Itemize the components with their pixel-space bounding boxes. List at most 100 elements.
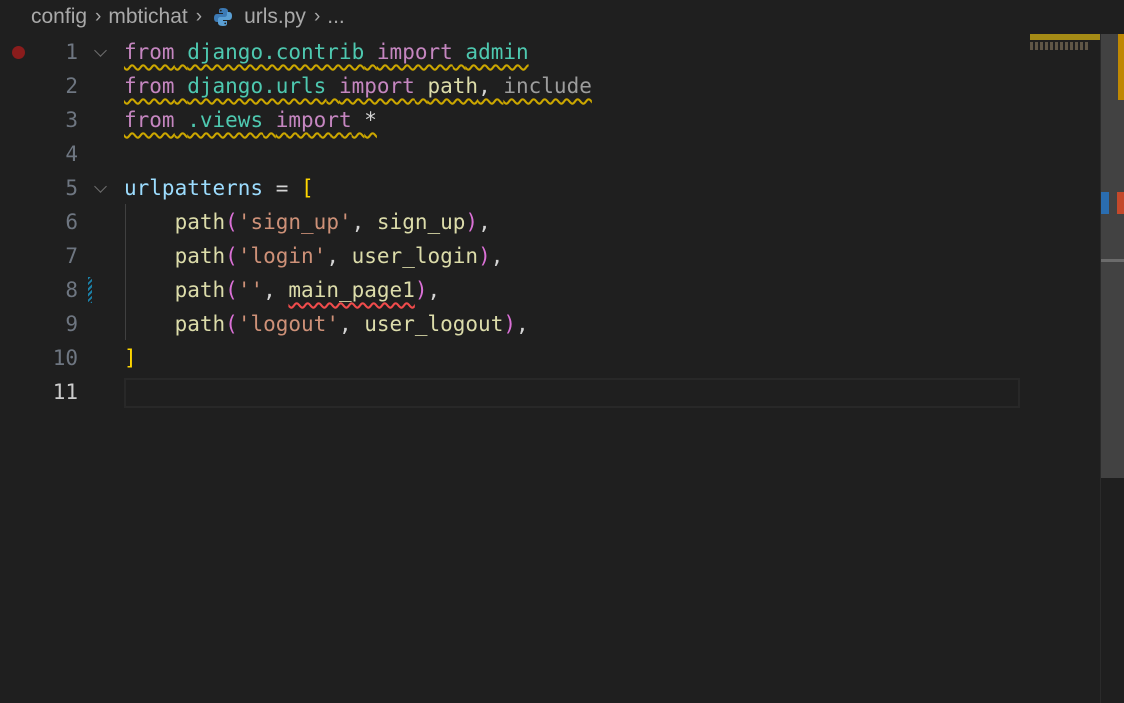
breadcrumb-ellipsis[interactable]: ... [327, 5, 345, 29]
code-token: , [338, 312, 365, 336]
code-token: ( [225, 210, 238, 234]
code-token: path [174, 278, 226, 302]
code-token: [ [301, 176, 314, 200]
code-token: 'login' [237, 244, 327, 268]
code-token: * [364, 108, 377, 132]
code-line[interactable]: 7 path('login', user_login), [0, 239, 1100, 273]
code-text: urlpatterns = [ [124, 171, 314, 205]
code-line[interactable]: 11 [0, 375, 1100, 409]
code-token: import [376, 40, 453, 64]
code-token: urlpatterns [124, 176, 264, 200]
chevron-right-icon: › [195, 6, 203, 27]
code-token: ( [225, 244, 238, 268]
code-token: from [124, 108, 175, 132]
code-token: .views [187, 108, 264, 132]
code-token: ] [124, 346, 137, 370]
code-token: from [124, 40, 175, 64]
breadcrumb-item-mbtichat[interactable]: mbtichat [108, 5, 187, 29]
code-token: , [516, 312, 529, 336]
code-text: path('', main_page1), [124, 273, 441, 307]
breadcrumb-item-config[interactable]: config [31, 5, 87, 29]
code-token: main_page1 [288, 278, 415, 302]
line-number[interactable]: 10 [0, 341, 78, 375]
overview-warning-marker [1118, 34, 1124, 100]
code-token: = [263, 176, 302, 200]
code-line[interactable]: 3 from .views import * [0, 103, 1100, 137]
code-token: ( [225, 278, 238, 302]
code-line[interactable]: 6 path('sign_up', sign_up), [0, 205, 1100, 239]
scrollbar-thumb[interactable] [1101, 34, 1124, 478]
line-number[interactable]: 8 [0, 273, 78, 307]
line-number[interactable]: 5 [0, 171, 78, 205]
code-token: , [478, 74, 504, 98]
code-token: , [351, 210, 377, 234]
code-token: ( [225, 312, 238, 336]
code-token: include [503, 74, 592, 98]
code-token: , [478, 210, 491, 234]
code-token: , [427, 278, 441, 302]
code-text: path('login', user_login), [124, 239, 504, 273]
code-token: ) [465, 210, 479, 234]
code-token: django.urls [187, 74, 327, 98]
code-token: path [174, 210, 226, 234]
code-token: '' [237, 278, 264, 302]
code-token: admin [465, 40, 529, 64]
code-token: , [326, 244, 352, 268]
code-token: ) [503, 312, 516, 336]
code-token: sign_up [376, 210, 466, 234]
code-token: , [263, 278, 289, 302]
code-text: from django.urls import path, include [124, 69, 592, 103]
code-token: path [174, 244, 226, 268]
line-number[interactable]: 2 [0, 69, 78, 103]
code-line[interactable]: 1 from django.contrib import admin [0, 35, 1100, 69]
code-text: path('logout', user_logout), [124, 307, 529, 341]
code-token: 'sign_up' [237, 210, 352, 234]
code-token: django.contrib [187, 40, 365, 64]
code-token: path [174, 312, 226, 336]
chevron-down-icon[interactable] [94, 44, 107, 57]
breakpoint-icon[interactable] [12, 46, 25, 59]
overview-cursor-marker [1101, 259, 1124, 262]
code-line[interactable]: 9 path('logout', user_logout), [0, 307, 1100, 341]
line-number[interactable]: 3 [0, 103, 78, 137]
modified-line-indicator[interactable] [88, 277, 92, 303]
python-icon [214, 8, 233, 26]
code-token: , [490, 244, 504, 268]
code-token: ) [478, 244, 491, 268]
breadcrumb: config › mbtichat › urls.py › ... [0, 0, 1100, 34]
code-text: from django.contrib import admin [124, 35, 529, 69]
code-token: import [275, 108, 352, 132]
code-token: user_login [351, 244, 479, 268]
code-editor[interactable]: 1 from django.contrib import admin 2 from d… [0, 34, 1100, 703]
line-number[interactable]: 4 [0, 137, 78, 171]
line-number[interactable]: 9 [0, 307, 78, 341]
vertical-scrollbar[interactable] [1100, 34, 1124, 703]
code-token: from [124, 74, 175, 98]
code-line[interactable]: 2 from django.urls import path, include [0, 69, 1100, 103]
chevron-right-icon: › [95, 6, 102, 27]
code-line[interactable]: 4 [0, 137, 1100, 171]
breadcrumb-item-file[interactable]: urls.py [244, 5, 306, 29]
code-line[interactable]: 5 urlpatterns = [ [0, 171, 1100, 205]
line-number[interactable]: 7 [0, 239, 78, 273]
code-line[interactable]: 10] [0, 341, 1100, 375]
code-line[interactable]: 8 path('', main_page1), [0, 273, 1100, 307]
chevron-down-icon[interactable] [94, 180, 107, 193]
code-text: ] [124, 341, 137, 375]
code-token: 'logout' [237, 312, 339, 336]
line-number[interactable]: 11 [0, 375, 78, 409]
line-number[interactable]: 6 [0, 205, 78, 239]
